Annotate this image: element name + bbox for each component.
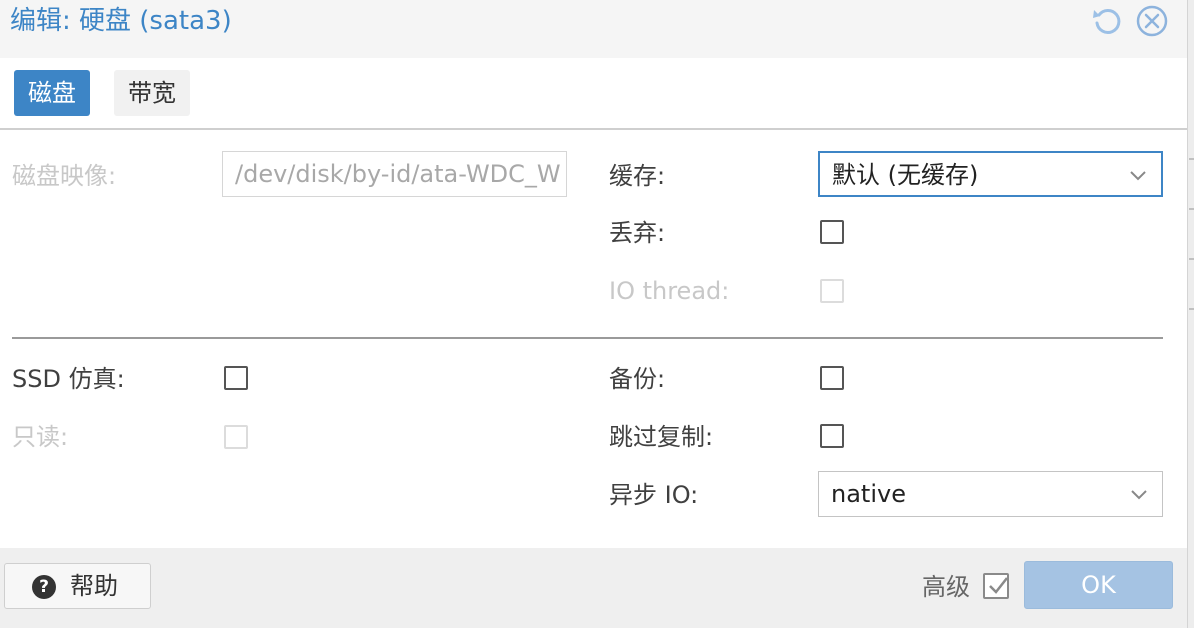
- async-io-label: 异步 IO:: [609, 481, 699, 509]
- background-divider: [1189, 308, 1194, 310]
- advanced-checkbox[interactable]: [983, 573, 1009, 599]
- advanced-label: 高级: [922, 573, 970, 601]
- chevron-down-icon: [1130, 486, 1148, 500]
- background-divider: [1189, 158, 1194, 160]
- ssd-emulation-label: SSD 仿真:: [12, 365, 125, 393]
- io-thread-label: IO thread:: [609, 277, 730, 305]
- io-thread-checkbox: [820, 279, 844, 303]
- background-divider: [1189, 208, 1194, 210]
- ssd-emulation-checkbox[interactable]: [224, 366, 248, 390]
- read-only-checkbox: [224, 425, 248, 449]
- help-button[interactable]: ? 帮助: [4, 563, 151, 609]
- dialog-header: 编辑: 硬盘 (sata3): [0, 0, 1187, 58]
- tab-bar: 磁盘 带宽: [0, 58, 1187, 130]
- backup-checkbox[interactable]: [820, 366, 844, 390]
- tab-bandwidth[interactable]: 带宽: [114, 70, 190, 116]
- backup-label: 备份:: [609, 365, 666, 393]
- dialog-title: 编辑: 硬盘 (sata3): [10, 6, 232, 36]
- close-icon: [1135, 4, 1169, 38]
- cache-label: 缓存:: [609, 162, 666, 190]
- cache-select[interactable]: 默认 (无缓存): [818, 151, 1163, 197]
- dialog-footer: ? 帮助 高级 OK: [0, 548, 1187, 628]
- disk-image-field: /dev/disk/by-id/ata-WDC_W: [222, 151, 567, 197]
- cache-select-value: 默认 (无缓存): [832, 161, 979, 189]
- skip-replication-label: 跳过复制:: [609, 423, 714, 451]
- async-io-select-value: native: [831, 480, 906, 508]
- disk-image-label: 磁盘映像:: [12, 162, 117, 190]
- undo-icon: [1090, 4, 1124, 38]
- close-button[interactable]: [1135, 4, 1169, 38]
- chevron-down-icon: [1129, 167, 1147, 181]
- ok-button[interactable]: OK: [1024, 561, 1173, 609]
- discard-checkbox[interactable]: [820, 220, 844, 244]
- read-only-label: 只读:: [12, 423, 69, 451]
- background-window-edge: [1187, 0, 1194, 628]
- skip-replication-checkbox[interactable]: [820, 424, 844, 448]
- discard-label: 丢弃:: [609, 219, 666, 247]
- async-io-select[interactable]: native: [818, 471, 1163, 517]
- edit-disk-dialog: 编辑: 硬盘 (sata3) 磁盘 带宽 磁盘映像: /dev/disk/by-…: [0, 0, 1187, 628]
- section-divider: [12, 337, 1163, 339]
- reset-button[interactable]: [1090, 4, 1124, 38]
- background-divider: [1189, 258, 1194, 260]
- help-button-label: 帮助: [70, 572, 118, 600]
- help-icon: ?: [32, 575, 56, 599]
- tab-disk[interactable]: 磁盘: [14, 70, 90, 116]
